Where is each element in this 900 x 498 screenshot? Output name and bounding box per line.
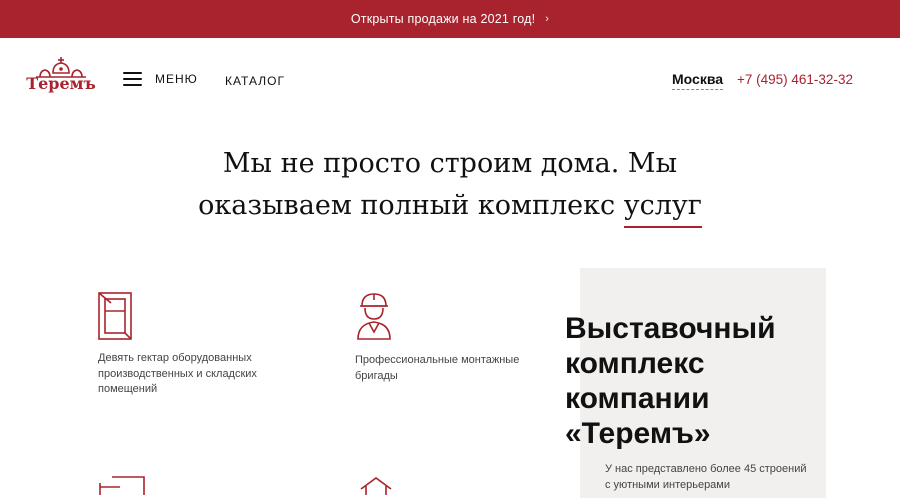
menu-button[interactable]: МЕНЮ [123,72,198,86]
page-headline: Мы не просто строим дома. Мы оказываем п… [150,143,750,228]
headline-line-2: оказываем полный комплекс услуг [150,185,750,228]
house-icon [360,477,392,495]
phone-link[interactable]: +7 (495) 461-32-32 [737,72,853,87]
menu-label[interactable]: МЕНЮ [155,72,198,86]
promo-text[interactable]: Открыты продажи на 2021 год! [351,12,535,26]
headline-underlined-word: услуг [623,190,702,228]
promo-banner[interactable]: Открыты продажи на 2021 год! › [0,0,900,38]
chevron-right-icon[interactable]: › [545,13,549,25]
expo-title: Выставочный комплекс компании «Теремъ» [565,312,776,450]
feature-text-production: Девять гектар оборудованных производстве… [98,352,257,395]
catalog-link[interactable]: КАТАЛОГ [225,74,285,88]
window-icon [98,292,132,340]
builder-icon [357,293,391,340]
logo-text[interactable]: Теремъ [26,74,96,93]
hamburger-icon[interactable] [123,72,142,86]
expo-text: У нас представлено более 45 строений с у… [605,463,807,491]
headline-line-1: Мы не просто строим дома. Мы [222,148,678,179]
document-icon [99,476,145,495]
headline-line-2-text: оказываем полный комплекс [198,190,624,221]
city-selector[interactable]: Москва [672,71,724,90]
feature-text-teams: Профессиональные монтажные бригады [355,354,520,382]
